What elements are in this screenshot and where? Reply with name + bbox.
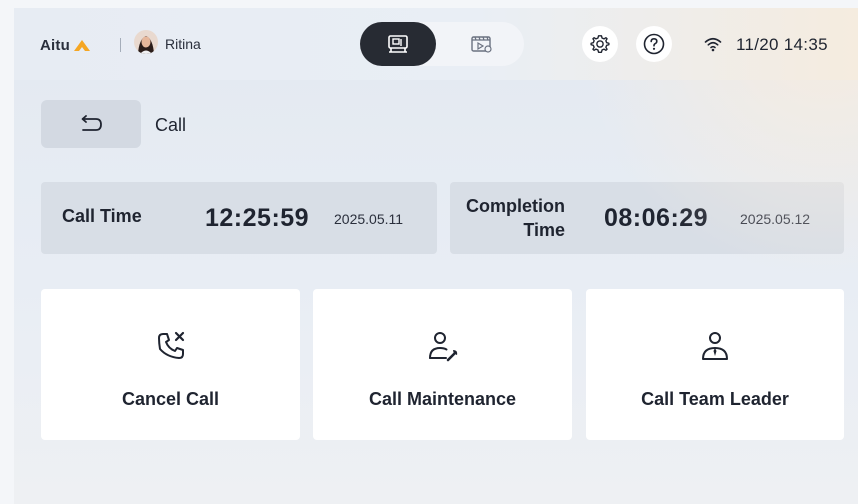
mode-monitor-button[interactable] <box>444 22 520 66</box>
call-time-label: Call Time <box>62 206 142 226</box>
call-time-card: Call Time 12:25:59 2025.05.11 <box>41 182 437 254</box>
mode-switch <box>360 22 524 66</box>
brand-name: Aitu <box>40 36 70 54</box>
user-name: Ritina <box>165 36 201 52</box>
completion-time-label: Completion Time <box>460 194 565 242</box>
brand-logo: Aitu <box>40 36 92 54</box>
phone-cancel-icon <box>157 331 184 359</box>
back-button[interactable] <box>41 100 141 148</box>
call-team-leader-button[interactable]: Call Team Leader <box>586 289 844 440</box>
help-icon <box>643 33 665 55</box>
completion-time-value: 08:06:29 <box>604 204 709 232</box>
completion-label-line2: Time <box>523 220 565 240</box>
completion-time-card: Completion Time 08:06:29 2025.05.12 <box>450 182 844 254</box>
call-time-date: 2025.05.11 <box>334 211 404 227</box>
page-title: Call <box>155 115 187 135</box>
machine-icon <box>388 35 408 53</box>
aitu-logo-icon <box>73 40 90 51</box>
cancel-call-label: Cancel Call <box>121 389 220 409</box>
call-maintenance-label: Call Maintenance <box>368 389 517 409</box>
app-screen: Aitu Ritina 11/20 14:35 Call Call Time 1… <box>0 0 858 504</box>
completion-label-line1: Completion <box>466 196 565 216</box>
call-team-leader-label: Call Team Leader <box>641 389 789 409</box>
call-time-value: 12:25:59 <box>205 204 310 232</box>
avatar[interactable] <box>134 30 158 54</box>
completion-time-date: 2025.05.12 <box>740 211 811 227</box>
status-datetime: 11/20 14:35 <box>736 35 828 54</box>
call-maintenance-button[interactable]: Call Maintenance <box>313 289 572 440</box>
back-arrow-icon <box>81 115 102 131</box>
team-leader-icon <box>702 332 728 360</box>
wifi-icon <box>704 37 722 52</box>
maintenance-person-icon <box>428 332 457 362</box>
gear-icon <box>590 35 610 53</box>
frame-left <box>0 0 14 504</box>
top-bar: Aitu Ritina 11/20 14:35 <box>14 8 858 80</box>
mode-machine-button[interactable] <box>360 22 436 66</box>
divider <box>120 38 121 52</box>
settings-button[interactable] <box>582 26 618 62</box>
video-monitor-icon <box>471 36 492 53</box>
cancel-call-button[interactable]: Cancel Call <box>41 289 300 440</box>
frame-top <box>0 0 858 8</box>
help-button[interactable] <box>636 26 672 62</box>
